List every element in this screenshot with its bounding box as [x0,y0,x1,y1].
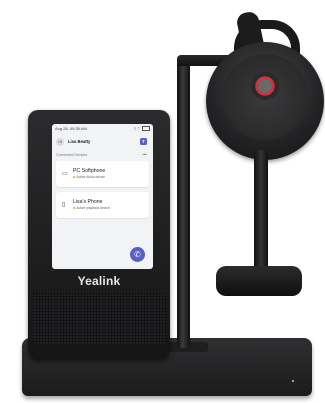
avatar[interactable]: LB [56,138,64,146]
status-datetime: Aug 26, 09:35 AM [55,126,87,131]
headset-stand-pole [177,58,190,348]
laptop-icon: ▭ [62,171,68,177]
headset-icon: ◠ [137,126,140,131]
connected-devices-header: Connected Devices ••• [52,152,153,159]
touch-screen: Aug 26, 09:35 AM ᛒ ◠ LB Lisa Beatty T Co… [52,124,153,269]
headset-control-button[interactable] [251,72,279,100]
device-status-text: Active Audio device [76,175,105,179]
headset-mic-boom [254,150,268,272]
bluetooth-icon: ᛒ [133,126,137,131]
status-bar: Aug 26, 09:35 AM ᛒ ◠ [52,124,153,133]
battery-icon [142,126,150,132]
device-name: Lisa's Phone [73,199,103,205]
device-name: PC Softphone [73,168,106,174]
brand-logo: Yealink [77,274,121,288]
device-card-lisas-phone[interactable]: ▯ Lisa's Phone Active playback device [56,192,149,218]
base-led-indicator [292,380,294,382]
user-name: Lisa Beatty [68,139,91,144]
headset-mic-tip [216,266,302,296]
device-card-pc-softphone[interactable]: ▭ PC Softphone Active Audio device [56,161,149,187]
mobile-phone-icon: ▯ [62,202,66,208]
call-button[interactable]: ✆ [130,247,145,262]
section-label: Connected Devices [56,153,88,157]
device-status: Active Audio device [73,175,105,179]
teams-icon[interactable]: T [140,138,147,145]
speaker-grille [32,292,166,344]
device-status: Active playback device [73,206,110,210]
more-icon[interactable]: ••• [142,152,147,157]
status-icons: ᛒ ◠ [133,126,150,132]
user-header: LB Lisa Beatty T [52,134,153,150]
device-status-text: Active playback device [76,206,110,210]
phone-icon: ✆ [134,250,141,259]
